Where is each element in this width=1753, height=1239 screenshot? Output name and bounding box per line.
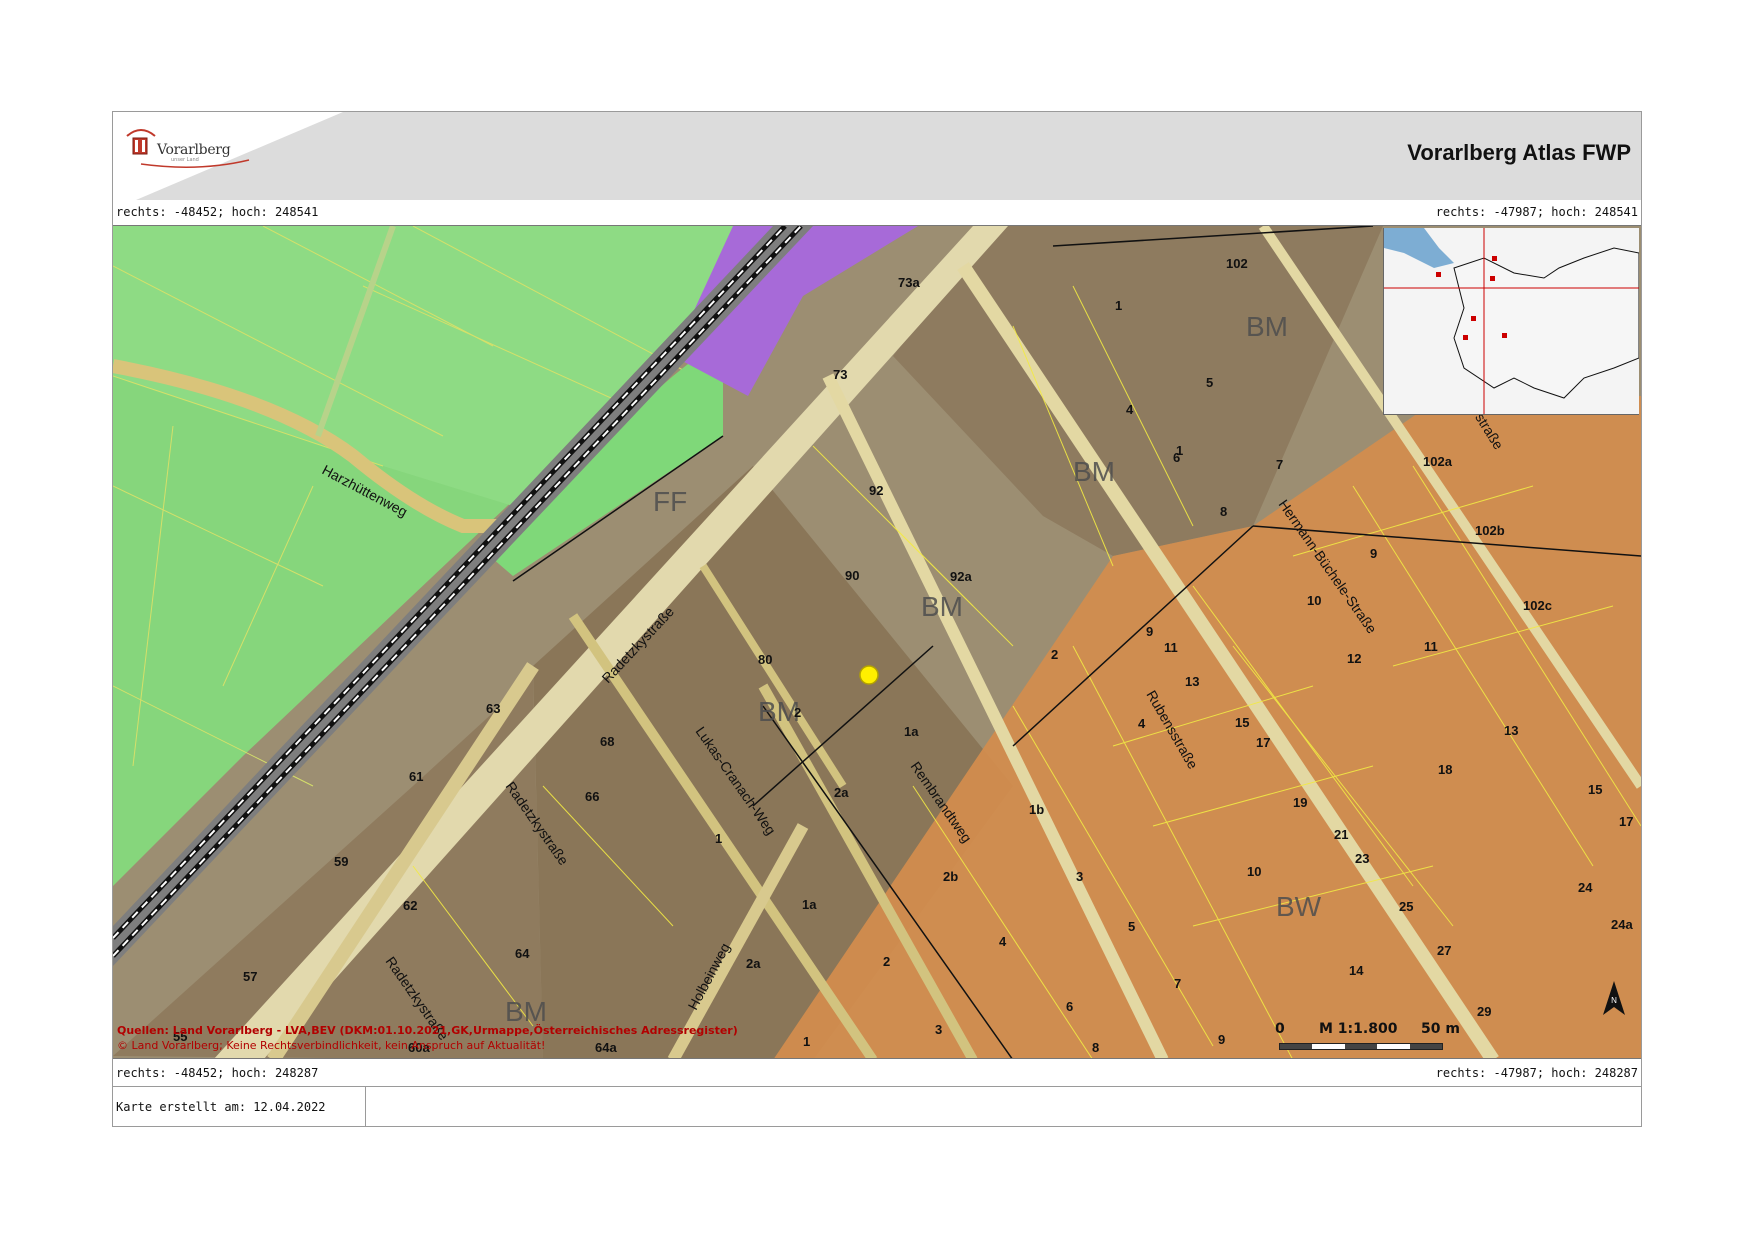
page-frame [112, 111, 1642, 1127]
